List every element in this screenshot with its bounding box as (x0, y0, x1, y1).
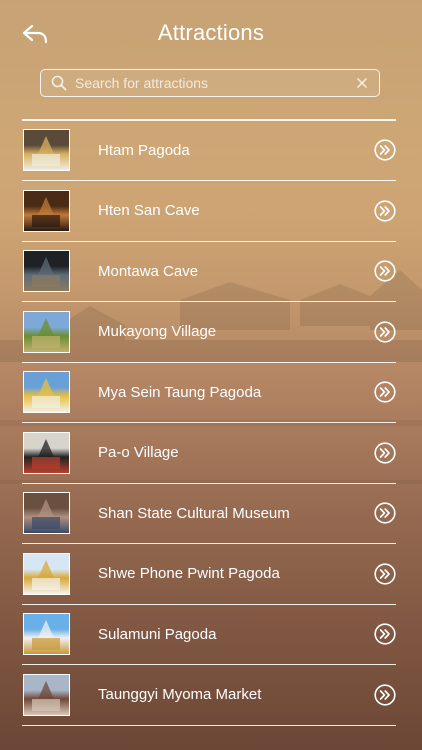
list-item[interactable]: Mya Sein Taung Pagoda (22, 363, 396, 423)
double-chevron-right-icon[interactable] (374, 684, 396, 706)
attraction-name: Shwe Phone Pwint Pagoda (98, 565, 280, 583)
list-item[interactable]: Montawa Cave (22, 242, 396, 302)
attraction-thumbnail (23, 552, 70, 595)
attraction-name: Shan State Cultural Museum (98, 504, 290, 522)
attraction-name: Mukayong Village (98, 323, 217, 341)
attraction-thumbnail (23, 613, 70, 656)
double-chevron-right-icon[interactable] (374, 200, 396, 222)
search-icon (51, 75, 67, 91)
clear-icon[interactable] (354, 75, 370, 91)
search-bar[interactable] (40, 69, 380, 97)
list-item[interactable]: Shan State Cultural Museum (22, 484, 396, 544)
attraction-name: Htam Pagoda (98, 141, 190, 159)
double-chevron-right-icon[interactable] (374, 381, 396, 403)
list-item[interactable]: Shwe Phone Pwint Pagoda (22, 544, 396, 605)
list-item[interactable]: Hten San Cave (22, 181, 396, 242)
attraction-name: Sulamuni Pagoda (98, 625, 217, 643)
attraction-name: Mya Sein Taung Pagoda (98, 383, 262, 401)
double-chevron-right-icon[interactable] (374, 623, 396, 645)
double-chevron-right-icon[interactable] (374, 563, 396, 585)
double-chevron-right-icon[interactable] (374, 139, 396, 161)
list-item[interactable]: Pa-o Village (22, 423, 396, 484)
attraction-name: Hten San Cave (98, 202, 200, 220)
thumbnail-image (32, 196, 60, 227)
thumbnail-image (32, 257, 60, 288)
thumbnail-image (32, 499, 60, 530)
list-item[interactable]: Htam Pagoda (22, 121, 396, 181)
attraction-thumbnail (23, 371, 70, 414)
attraction-name: Taunggyi Myoma Market (98, 686, 262, 704)
double-chevron-right-icon[interactable] (374, 502, 396, 524)
thumbnail-image (32, 680, 60, 711)
page-title: Attractions (157, 20, 265, 45)
thumbnail-image (32, 378, 60, 409)
attraction-thumbnail (23, 673, 70, 716)
thumbnail-image (32, 438, 60, 469)
list-item[interactable]: Sulamuni Pagoda (22, 605, 396, 665)
list-item[interactable]: Mukayong Village (22, 302, 396, 363)
attraction-thumbnail (23, 492, 70, 535)
attraction-thumbnail (23, 310, 70, 353)
attractions-list: Htam Pagoda Hten San Cave Montawa Cave Muka… (22, 119, 396, 726)
double-chevron-right-icon[interactable] (374, 321, 396, 343)
attraction-thumbnail (23, 129, 70, 172)
attraction-name: Pa-o Village (98, 444, 179, 462)
thumbnail-image (32, 317, 60, 348)
thumbnail-image (32, 136, 60, 167)
header: Attractions (0, 0, 422, 70)
attraction-thumbnail (23, 250, 70, 293)
search-input[interactable] (75, 75, 354, 91)
thumbnail-image (32, 559, 60, 590)
attraction-name: Montawa Cave (98, 262, 199, 280)
double-chevron-right-icon[interactable] (374, 442, 396, 464)
attraction-thumbnail (23, 189, 70, 232)
list-item[interactable]: Taunggyi Myoma Market (22, 665, 396, 726)
thumbnail-image (32, 620, 60, 651)
double-chevron-right-icon[interactable] (374, 260, 396, 282)
attraction-thumbnail (23, 431, 70, 474)
